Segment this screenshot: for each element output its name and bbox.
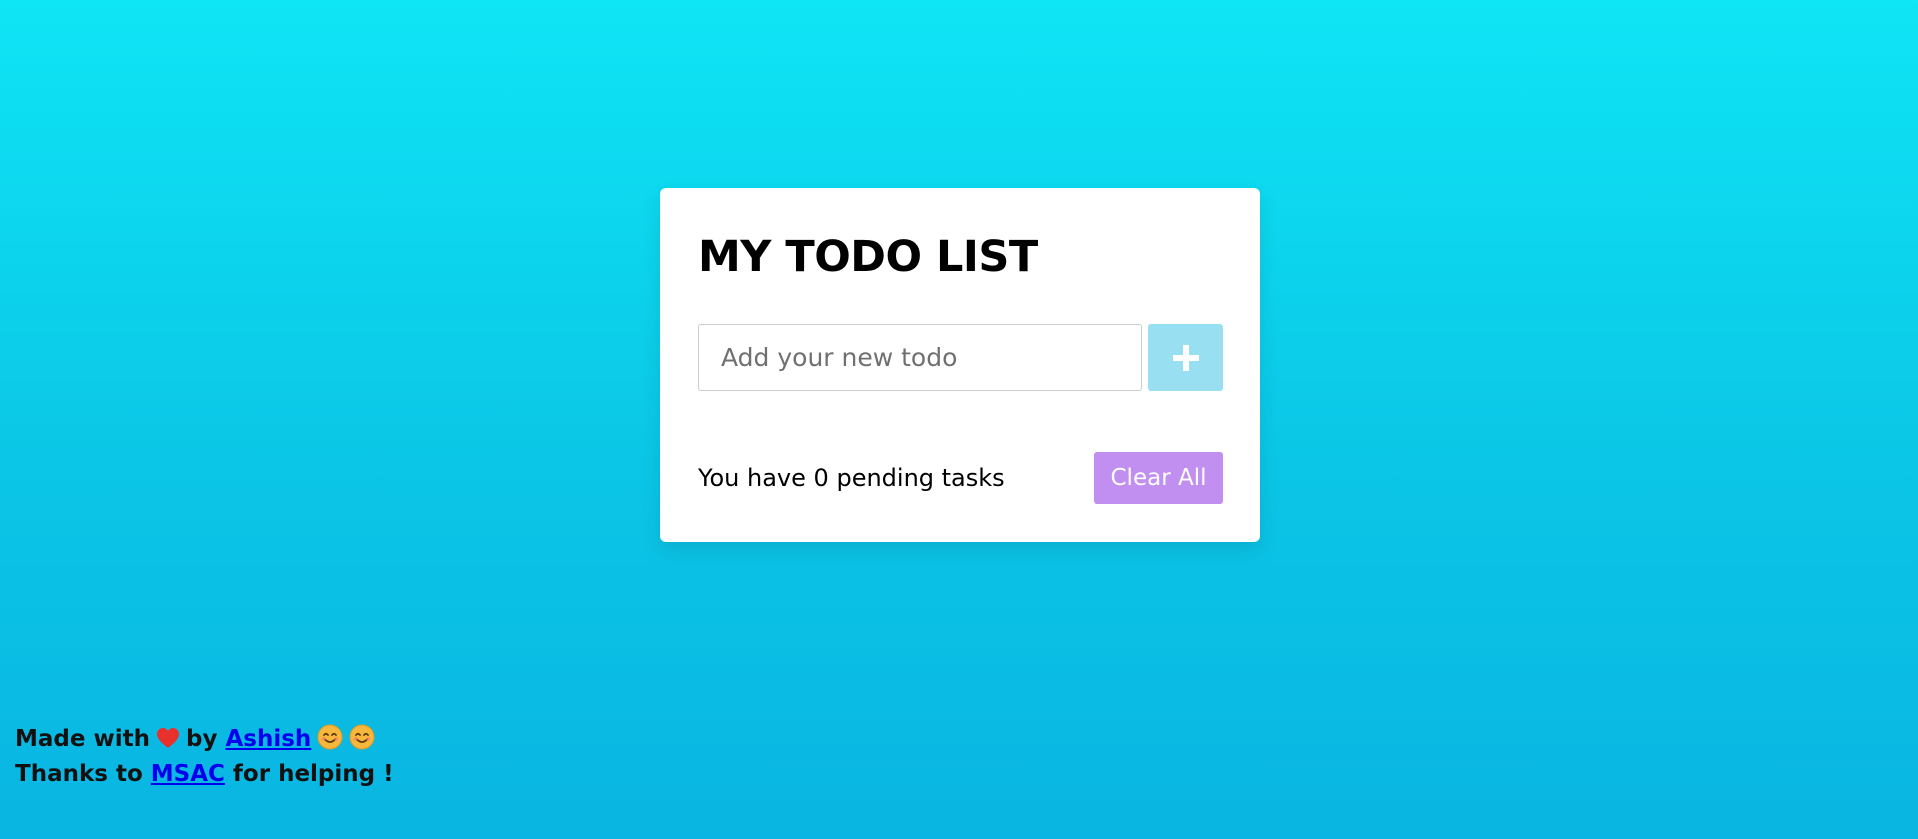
made-with-text: Made with (15, 726, 150, 752)
pending-prefix: You have (698, 464, 806, 492)
credits-line-2: Thanks to MSAC for helping ! (15, 757, 394, 792)
plus-icon (1172, 344, 1199, 371)
credits: Made with by Ashish Thanks to MSAC for h… (15, 722, 394, 792)
for-helping-text: for helping ! (232, 761, 394, 787)
add-todo-button[interactable] (1148, 324, 1223, 391)
heart-icon (156, 728, 179, 748)
by-text: by (185, 726, 218, 752)
thanks-to-text: Thanks to (15, 761, 143, 787)
pending-suffix: pending tasks (836, 464, 1005, 492)
helper-link[interactable]: MSAC (151, 761, 225, 787)
credits-line-1: Made with by Ashish (15, 722, 394, 757)
smiling-face-icon (317, 724, 343, 750)
pending-count: 0 (813, 464, 829, 492)
todo-input-row (698, 324, 1223, 391)
todo-input[interactable] (698, 324, 1142, 391)
clear-all-button[interactable]: Clear All (1094, 452, 1223, 504)
todo-footer: You have 0 pending tasks Clear All (698, 452, 1223, 504)
smiling-face-icon (349, 724, 375, 750)
todo-card: MY TODO LIST You have 0 pending tasks Cl… (660, 188, 1260, 542)
page-title: MY TODO LIST (698, 232, 1038, 282)
author-link[interactable]: Ashish (225, 726, 311, 752)
pending-tasks-text: You have 0 pending tasks (698, 452, 1005, 504)
